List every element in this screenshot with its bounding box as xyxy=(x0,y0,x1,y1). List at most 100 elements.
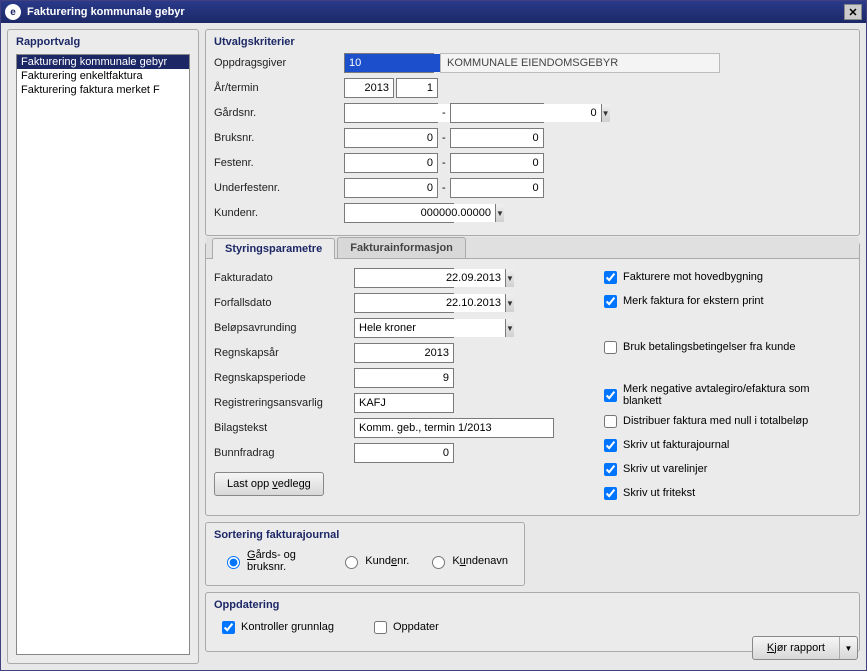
run-report-button[interactable]: Kjør rapport ▼ xyxy=(752,636,858,660)
label-ar-termin: År/termin xyxy=(214,82,344,94)
festenr-from-input[interactable] xyxy=(344,153,438,173)
criteria-legend: Utvalgskriterier xyxy=(214,36,851,48)
tab-fakturainformasjon[interactable]: Fakturainformasjon xyxy=(337,237,466,258)
label-bruksnr: Bruksnr. xyxy=(214,132,344,144)
label-check-distribuer-null: Distribuer faktura med null i totalbeløp xyxy=(623,415,808,427)
belopsavrunding-combo[interactable]: ▼ xyxy=(354,318,454,338)
festenr-to-input[interactable] xyxy=(450,153,544,173)
label-belopsavrunding: Beløpsavrunding xyxy=(214,322,354,334)
forfallsdato-input[interactable] xyxy=(355,294,505,312)
tab-styringsparametre[interactable]: Styringsparametre xyxy=(212,238,335,259)
fakturadato-input[interactable] xyxy=(355,269,505,287)
label-check-skriv-fritekst: Skriv ut fritekst xyxy=(623,487,695,499)
regnskapsperiode-input[interactable] xyxy=(354,368,454,388)
radio-gardsbruks-input[interactable] xyxy=(227,556,240,569)
sortering-group: Sortering fakturajournal Gårds- og bruks… xyxy=(205,522,525,586)
gardsnr-to-input[interactable] xyxy=(451,104,601,122)
bilagstekst-input[interactable] xyxy=(354,418,554,438)
label-check-skriv-fakturajournal: Skriv ut fakturajournal xyxy=(623,439,729,451)
rapportvalg-legend: Rapportvalg xyxy=(16,36,190,48)
chevron-down-icon[interactable]: ▼ xyxy=(505,269,514,287)
styring-group: Styringsparametre Fakturainformasjon Fak… xyxy=(205,242,860,516)
left-panel: Rapportvalg Fakturering kommunale gebyr … xyxy=(7,29,199,664)
range-dash: - xyxy=(442,182,446,194)
radio-gardsbruks[interactable]: Gårds- og bruksnr. xyxy=(222,549,322,573)
check-skriv-varelinjer[interactable] xyxy=(604,463,617,476)
criteria-group: Utvalgskriterier Oppdragsgiver ▼ KOMMUNA… xyxy=(205,29,860,236)
radio-kundenavn[interactable]: Kundenavn xyxy=(427,553,508,569)
termin-input[interactable] xyxy=(396,78,438,98)
forfallsdato-combo[interactable]: ▼ xyxy=(354,293,454,313)
label-kontroller-grunnlag: Kontroller grunnlag xyxy=(241,621,334,633)
rapportvalg-group: Rapportvalg Fakturering kommunale gebyr … xyxy=(7,29,199,664)
bruksnr-to-input[interactable] xyxy=(450,128,544,148)
check-bruk-betalingsbetingelser[interactable] xyxy=(604,341,617,354)
label-underfestenr: Underfestenr. xyxy=(214,182,344,194)
report-list[interactable]: Fakturering kommunale gebyr Fakturering … xyxy=(16,54,190,655)
radio-gardsbruks-label: Gårds- og bruksnr. xyxy=(247,549,322,573)
upload-attachment-button[interactable]: Last opp vedlegg xyxy=(214,472,324,496)
chevron-down-icon[interactable]: ▼ xyxy=(505,294,514,312)
label-check-merk-ekstern: Merk faktura for ekstern print xyxy=(623,295,764,307)
label-bilagstekst: Bilagstekst xyxy=(214,422,354,434)
check-merk-negative[interactable] xyxy=(604,389,617,402)
window: e Fakturering kommunale gebyr ✕ Rapportv… xyxy=(0,0,867,671)
radio-kundenr-input[interactable] xyxy=(345,556,358,569)
right-panel: Utvalgskriterier Oppdragsgiver ▼ KOMMUNA… xyxy=(205,29,860,664)
underfestenr-to-input[interactable] xyxy=(450,178,544,198)
range-dash: - xyxy=(442,157,446,169)
kundenr-combo[interactable]: ▼ xyxy=(344,203,454,223)
check-distribuer-null[interactable] xyxy=(604,415,617,428)
kundenr-input[interactable] xyxy=(345,204,495,222)
oppdragsgiver-desc: KOMMUNALE EIENDOMSGEBYR xyxy=(440,53,720,73)
list-item[interactable]: Fakturering enkeltfaktura xyxy=(17,69,189,83)
label-fakturadato: Fakturadato xyxy=(214,272,354,284)
registreringsansvarlig-input[interactable] xyxy=(354,393,454,413)
radio-kundenavn-input[interactable] xyxy=(432,556,445,569)
chevron-down-icon[interactable]: ▼ xyxy=(505,319,514,337)
label-forfallsdato: Forfallsdato xyxy=(214,297,354,309)
check-merk-ekstern[interactable] xyxy=(604,295,617,308)
check-skriv-fritekst[interactable] xyxy=(604,487,617,500)
check-fakturere-hovedbygning[interactable] xyxy=(604,271,617,284)
label-gardsnr: Gårdsnr. xyxy=(214,107,344,119)
close-icon[interactable]: ✕ xyxy=(844,4,862,20)
oppdragsgiver-combo[interactable]: ▼ xyxy=(344,53,434,73)
fakturadato-combo[interactable]: ▼ xyxy=(354,268,454,288)
content: Rapportvalg Fakturering kommunale gebyr … xyxy=(1,23,866,670)
window-title: Fakturering kommunale gebyr xyxy=(27,6,844,18)
check-kontroller-grunnlag[interactable] xyxy=(222,621,235,634)
belopsavrunding-input[interactable] xyxy=(355,319,505,337)
tabs: Styringsparametre Fakturainformasjon xyxy=(206,237,859,259)
gardsnr-to-combo[interactable]: ▼ xyxy=(450,103,544,123)
gardsnr-from-combo[interactable]: ▼ xyxy=(344,103,438,123)
run-report-label: Kjør rapport xyxy=(753,637,839,659)
label-festenr: Festenr. xyxy=(214,157,344,169)
label-oppdater: Oppdater xyxy=(393,621,439,633)
list-item[interactable]: Fakturering kommunale gebyr xyxy=(17,55,189,69)
chevron-down-icon[interactable]: ▼ xyxy=(839,637,857,659)
footer: Kjør rapport ▼ xyxy=(750,632,860,664)
radio-kundenavn-label: Kundenavn xyxy=(452,555,508,567)
range-dash: - xyxy=(442,107,446,119)
check-oppdater[interactable] xyxy=(374,621,387,634)
sortering-legend: Sortering fakturajournal xyxy=(214,529,516,541)
label-check-skriv-varelinjer: Skriv ut varelinjer xyxy=(623,463,707,475)
ar-input[interactable] xyxy=(344,78,394,98)
radio-kundenr[interactable]: Kundenr. xyxy=(340,553,409,569)
check-skriv-fakturajournal[interactable] xyxy=(604,439,617,452)
titlebar: e Fakturering kommunale gebyr ✕ xyxy=(1,1,866,23)
bruksnr-from-input[interactable] xyxy=(344,128,438,148)
label-regnskapsar: Regnskapsår xyxy=(214,347,354,359)
bunnfradrag-input[interactable] xyxy=(354,443,454,463)
label-registreringsansvarlig: Registreringsansvarlig xyxy=(214,397,354,409)
underfestenr-from-input[interactable] xyxy=(344,178,438,198)
chevron-down-icon[interactable]: ▼ xyxy=(601,104,610,122)
label-bunnfradrag: Bunnfradrag xyxy=(214,447,354,459)
app-icon: e xyxy=(5,4,21,20)
regnskapsar-input[interactable] xyxy=(354,343,454,363)
label-oppdragsgiver: Oppdragsgiver xyxy=(214,57,344,69)
label-regnskapsperiode: Regnskapsperiode xyxy=(214,372,354,384)
chevron-down-icon[interactable]: ▼ xyxy=(495,204,504,222)
list-item[interactable]: Fakturering faktura merket F xyxy=(17,83,189,97)
